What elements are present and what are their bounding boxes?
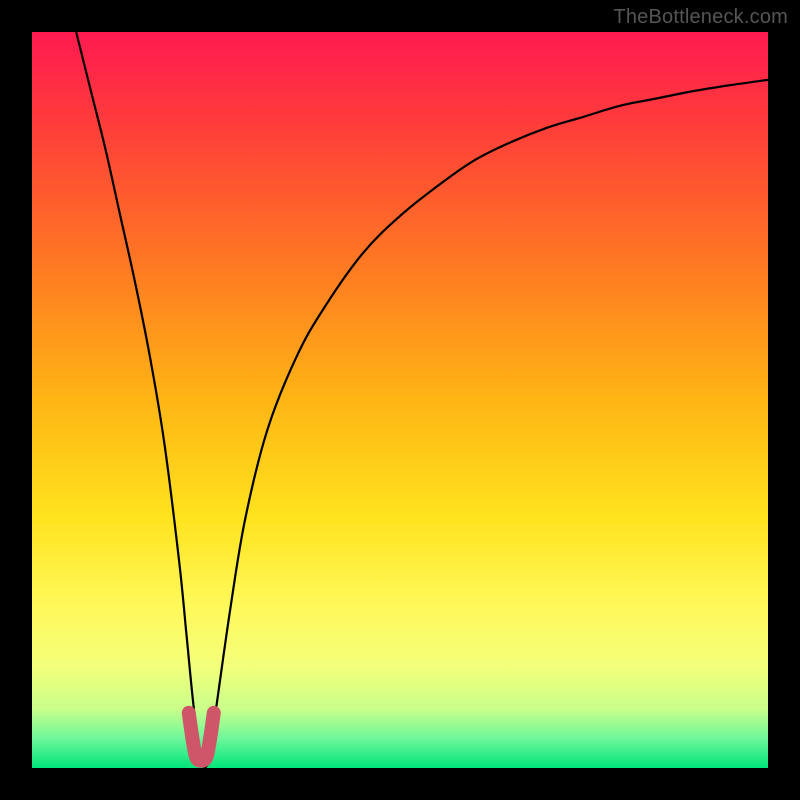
chart-frame: TheBottleneck.com (0, 0, 800, 800)
plot-area (32, 32, 768, 768)
gradient-background (32, 32, 768, 768)
watermark-text: TheBottleneck.com (613, 6, 788, 29)
